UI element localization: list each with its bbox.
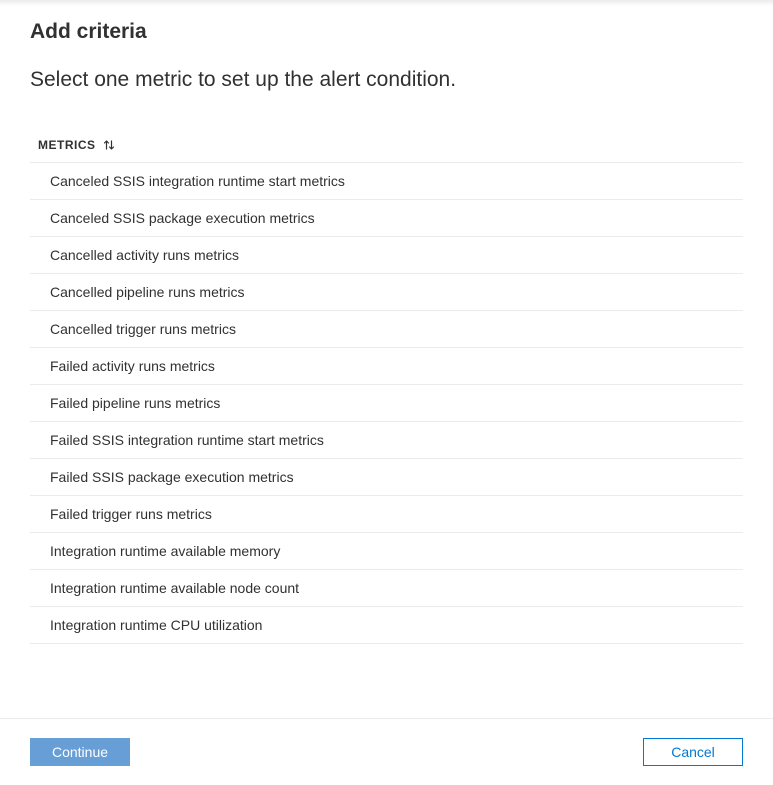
page-title: Add criteria (30, 20, 743, 44)
list-item[interactable]: Cancelled activity runs metrics (30, 237, 743, 274)
list-item[interactable]: Cancelled pipeline runs metrics (30, 274, 743, 311)
continue-button[interactable]: Continue (30, 738, 130, 766)
metrics-list-scroll[interactable]: Canceled SSIS integration runtime start … (30, 162, 743, 718)
list-item[interactable]: Cancelled trigger runs metrics (30, 311, 743, 348)
panel-footer: Continue Cancel (0, 718, 773, 785)
page-subtitle: Select one metric to set up the alert co… (30, 68, 743, 92)
list-item[interactable]: Failed SSIS integration runtime start me… (30, 422, 743, 459)
metrics-list-container: Canceled SSIS integration runtime start … (30, 162, 743, 718)
list-item[interactable]: Canceled SSIS integration runtime start … (30, 163, 743, 200)
list-item[interactable]: Integration runtime available node count (30, 570, 743, 607)
list-item[interactable]: Canceled SSIS package execution metrics (30, 200, 743, 237)
metrics-column-header[interactable]: Metrics (38, 138, 116, 152)
cancel-button[interactable]: Cancel (643, 738, 743, 766)
list-item[interactable]: Failed activity runs metrics (30, 348, 743, 385)
list-item[interactable]: Failed SSIS package execution metrics (30, 459, 743, 496)
list-item[interactable]: Integration runtime CPU utilization (30, 607, 743, 644)
list-item[interactable]: Failed trigger runs metrics (30, 496, 743, 533)
metrics-column-label: Metrics (38, 138, 96, 152)
column-header-row: Metrics (30, 138, 743, 162)
sort-icon (102, 138, 116, 152)
list-item[interactable]: Integration runtime available memory (30, 533, 743, 570)
list-item[interactable]: Failed pipeline runs metrics (30, 385, 743, 422)
panel-content: Add criteria Select one metric to set up… (0, 6, 773, 718)
